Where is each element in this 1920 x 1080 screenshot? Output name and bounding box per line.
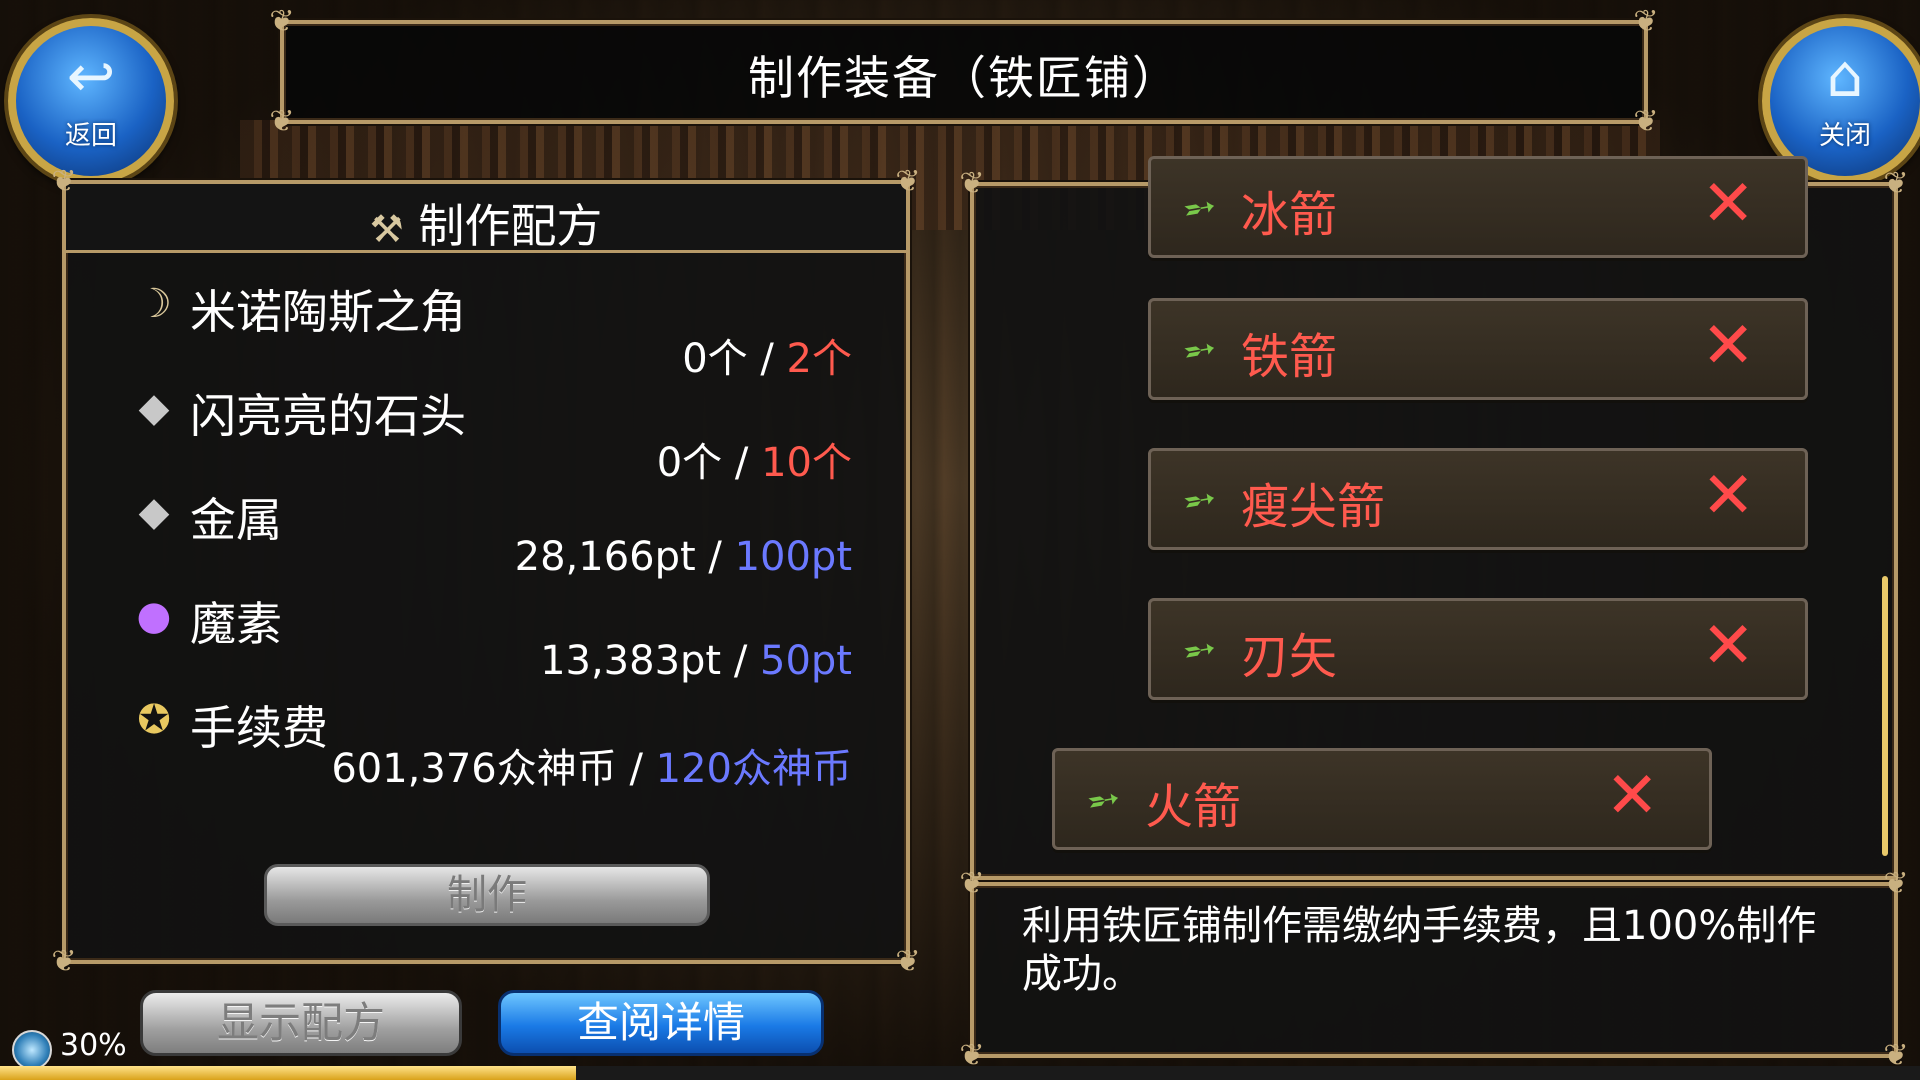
progress-fill bbox=[0, 1066, 576, 1080]
weapon-name: 刃矢 bbox=[1241, 629, 1338, 685]
recipe-panel: ⚒ 制作配方 ☽ 米诺陶斯之角 0个 / 2个 ◆ 闪亮亮的石头 0个 / 10… bbox=[51, 164, 920, 979]
unavailable-x-icon: ✕ bbox=[1701, 167, 1755, 241]
weapon-name: 瘦尖箭 bbox=[1241, 479, 1386, 535]
ornament-icon: ❦ bbox=[895, 164, 921, 199]
unavailable-x-icon: ✕ bbox=[1701, 609, 1755, 683]
show-recipe-button[interactable]: 显示配方 bbox=[140, 990, 462, 1056]
ornament-icon: ❦ bbox=[1633, 104, 1659, 139]
unavailable-x-icon: ✕ bbox=[1605, 759, 1659, 833]
make-button[interactable]: 制作 bbox=[264, 864, 710, 926]
progress-text: 30% bbox=[60, 1028, 127, 1063]
material-name: 魔素 bbox=[190, 597, 282, 651]
material-row: ● 魔素 13,383pt / 50pt bbox=[66, 582, 906, 686]
ornament-icon: ❦ bbox=[1883, 166, 1909, 201]
view-details-button[interactable]: 查阅详情 bbox=[498, 990, 824, 1056]
ornament-icon: ❦ bbox=[959, 166, 985, 201]
back-button[interactable]: ↩ 返回 bbox=[8, 18, 174, 184]
material-count: 601,376众神币 / 120众神币 bbox=[331, 746, 852, 792]
recipe-header: ⚒ 制作配方 bbox=[66, 184, 906, 253]
ornament-icon: ❦ bbox=[1883, 1038, 1909, 1073]
arrow-icon: ➶ bbox=[1172, 179, 1227, 237]
arrow-icon: ➶ bbox=[1172, 321, 1227, 379]
scrollbar[interactable] bbox=[1882, 576, 1888, 856]
description-panel: 利用铁匠铺制作需缴纳手续费，且100%制作成功。 ❦ ❦ ❦ ❦ bbox=[959, 866, 1908, 1073]
metal-icon: ◆ bbox=[138, 489, 170, 535]
unavailable-x-icon: ✕ bbox=[1701, 309, 1755, 383]
unavailable-x-icon: ✕ bbox=[1701, 459, 1755, 533]
weapon-item[interactable]: ➶ 铁箭 ✕ bbox=[1148, 298, 1808, 400]
weapon-item[interactable]: ➶ 瘦尖箭 ✕ bbox=[1148, 448, 1808, 550]
recipe-book-icon: ⚒ bbox=[369, 207, 404, 251]
ornament-icon: ❦ bbox=[1633, 4, 1659, 39]
home-icon: ⌂ bbox=[1826, 42, 1864, 110]
ornament-icon: ❦ bbox=[895, 944, 921, 979]
weapon-list-panel: ➶ 冰箭 ✕ ➶ 铁箭 ✕ ➶ 瘦尖箭 ✕ ➶ 刃矢 ✕ ➶ 火箭 ✕ ❦ ❦ bbox=[959, 156, 1909, 880]
material-row: ◆ 闪亮亮的石头 0个 / 10个 bbox=[66, 374, 906, 486]
weapon-name: 铁箭 bbox=[1241, 329, 1338, 385]
mana-orb-icon: ● bbox=[136, 593, 172, 639]
material-name: 手续费 bbox=[190, 701, 328, 755]
ornament-icon: ❦ bbox=[959, 1038, 985, 1073]
material-name: 米诺陶斯之角 bbox=[190, 285, 466, 339]
ornament-icon: ❦ bbox=[51, 944, 77, 979]
ornament-icon: ❦ bbox=[51, 164, 77, 199]
coins-icon: ✪ bbox=[137, 697, 171, 743]
return-arrow-icon: ↩ bbox=[66, 42, 116, 110]
title-bar: 制作装备（铁匠铺） ❦ ❦ ❦ ❦ bbox=[269, 4, 1658, 139]
material-name: 金属 bbox=[190, 493, 282, 547]
ornament-icon: ❦ bbox=[1883, 866, 1909, 901]
material-name: 闪亮亮的石头 bbox=[190, 389, 466, 443]
ornament-icon: ❦ bbox=[269, 4, 295, 39]
material-row: ◆ 金属 28,166pt / 100pt bbox=[66, 478, 906, 582]
arrow-icon: ➶ bbox=[1172, 621, 1227, 679]
loading-globe-icon bbox=[12, 1030, 52, 1070]
material-count: 28,166pt / 100pt bbox=[514, 534, 852, 580]
weapon-item[interactable]: ➶ 刃矢 ✕ bbox=[1148, 598, 1808, 700]
ornament-icon: ❦ bbox=[269, 104, 295, 139]
weapon-item-selected[interactable]: ➶ 火箭 ✕ bbox=[1052, 748, 1712, 850]
weapon-name: 火箭 bbox=[1145, 779, 1242, 835]
stone-icon: ◆ bbox=[138, 385, 170, 431]
recipe-title: 制作配方 bbox=[418, 199, 603, 253]
ornament-icon: ❦ bbox=[959, 866, 985, 901]
weapon-item[interactable]: ➶ 冰箭 ✕ bbox=[1148, 156, 1808, 258]
weapon-name: 冰箭 bbox=[1241, 187, 1338, 243]
back-label: 返回 bbox=[64, 121, 117, 151]
horn-icon: ☽ bbox=[136, 281, 172, 327]
material-row: ✪ 手续费 601,376众神币 / 120众神币 bbox=[66, 686, 906, 792]
material-row: ☽ 米诺陶斯之角 0个 / 2个 bbox=[66, 270, 906, 382]
close-label: 关闭 bbox=[1818, 121, 1871, 151]
page-title: 制作装备（铁匠铺） bbox=[748, 51, 1180, 105]
arrow-icon: ➶ bbox=[1172, 471, 1227, 529]
arrow-icon: ➶ bbox=[1076, 771, 1131, 829]
material-count: 13,383pt / 50pt bbox=[540, 638, 852, 684]
description-text: 利用铁匠铺制作需缴纳手续费，且100%制作成功。 bbox=[1022, 903, 1817, 997]
